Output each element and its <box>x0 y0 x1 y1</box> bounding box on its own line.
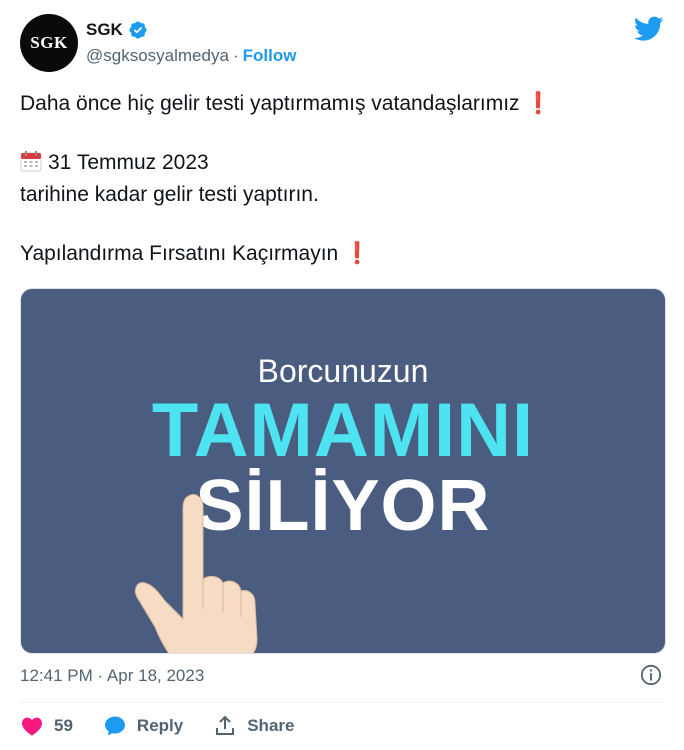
pointing-hand-icon <box>134 494 258 653</box>
media-caption-line1: Borcunuzun <box>257 353 429 389</box>
twitter-bird-icon[interactable] <box>634 16 664 42</box>
reply-label: Reply <box>136 716 184 735</box>
tweet-line-text: Daha önce hiç gelir testi yaptırmamış va… <box>20 92 520 115</box>
tweet-line-text: Yapılandırma Fırsatını Kaçırmayın <box>20 242 339 265</box>
media-caption-line2: TAMAMINI <box>151 388 535 473</box>
like-count: 59 <box>54 716 73 735</box>
tweet-actions: 59 Reply Share <box>20 714 324 738</box>
reply-bubble-icon <box>104 716 125 736</box>
verified-badge-icon <box>129 21 147 39</box>
exclamation-icon: ❗ <box>344 242 371 265</box>
handle[interactable]: @sgksosyalmedya <box>86 46 229 66</box>
heart-icon <box>22 717 42 736</box>
share-upload-icon <box>216 715 235 735</box>
tweet-media-image[interactable]: Borcunuzun TAMAMINI SİLİYOR <box>20 288 666 654</box>
tweet-timestamp[interactable]: 12:41 PM · Apr 18, 2023 <box>20 666 204 686</box>
follow-button[interactable]: Follow <box>243 46 297 66</box>
display-name[interactable]: SGK <box>86 20 123 40</box>
handle-separator: · <box>232 46 239 65</box>
tweet-text: Daha önce hiç gelir testi yaptırmamış va… <box>20 88 660 270</box>
exclamation-icon: ❗ <box>525 92 552 115</box>
tweet-line: Daha önce hiç gelir testi yaptırmamış va… <box>20 88 660 120</box>
like-button[interactable]: 59 <box>20 714 73 738</box>
share-button[interactable]: Share <box>213 714 294 738</box>
media-caption-line3: SİLİYOR <box>195 466 491 546</box>
share-label: Share <box>247 716 295 735</box>
tweet-date-line: 31 Temmuz 2023 <box>20 147 660 179</box>
divider <box>20 702 664 703</box>
avatar[interactable]: SGK <box>20 14 78 72</box>
tweet-line: tarihine kadar gelir testi yaptırın. <box>20 183 319 206</box>
tweet-date-text: 31 Temmuz 2023 <box>48 151 209 174</box>
avatar-logo-text: SGK <box>30 33 68 52</box>
info-icon[interactable] <box>640 664 662 686</box>
calendar-icon <box>20 151 42 172</box>
tweet-line: Yapılandırma Fırsatını Kaçırmayın ❗ <box>20 238 660 270</box>
handle-row: @sgksosyalmedya · Follow <box>86 46 296 66</box>
reply-button[interactable]: Reply <box>103 714 183 738</box>
author-name-row: SGK <box>86 20 148 40</box>
